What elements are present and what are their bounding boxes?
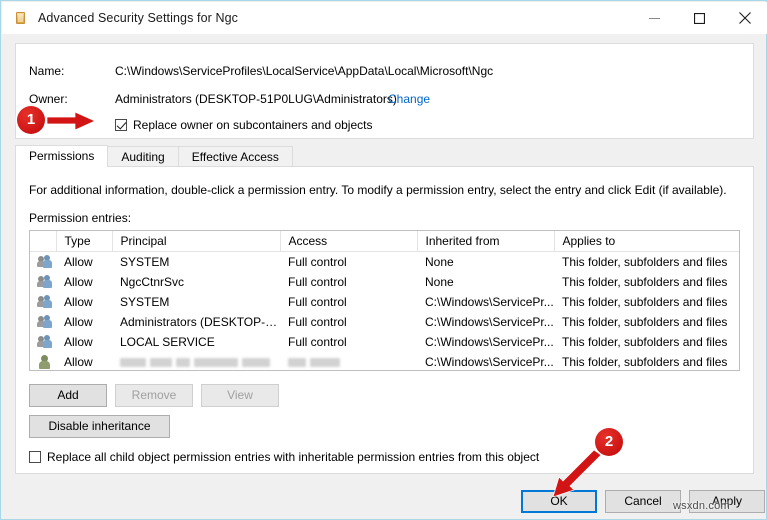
add-button[interactable]: Add xyxy=(29,384,107,407)
disable-inheritance-button[interactable]: Disable inheritance xyxy=(29,415,170,438)
annotation-marker-1: 1 xyxy=(17,106,45,134)
cell-access: Full control xyxy=(288,275,347,289)
cell-applies-to: This folder, subfolders and files xyxy=(562,315,728,329)
cell-inherited-from: None xyxy=(425,255,454,269)
cell-applies-to: This folder, subfolders and files xyxy=(562,295,728,309)
view-button: View xyxy=(201,384,279,407)
table-row[interactable]: Allow SYSTEM Full control None This folder, … xyxy=(30,252,739,273)
window-title: Advanced Security Settings for Ngc xyxy=(38,11,239,25)
cell-principal: NgcCtnrSvc xyxy=(120,275,185,289)
title-bar: Advanced Security Settings for Ngc xyxy=(2,2,767,34)
watermark: wsxdn.com xyxy=(673,500,730,512)
cancel-button[interactable]: Cancel xyxy=(605,490,681,513)
column-header-principal[interactable]: Principal xyxy=(112,231,281,252)
remove-button: Remove xyxy=(115,384,193,407)
cell-type: Allow xyxy=(64,255,93,269)
object-info-panel: Name: C:\Windows\ServiceProfiles\LocalSe… xyxy=(15,43,754,139)
replace-all-checkbox-row[interactable]: Replace all child object permission entr… xyxy=(29,450,539,464)
owner-label: Owner: xyxy=(29,92,68,106)
instruction-text: For additional information, double-click… xyxy=(29,183,727,197)
cell-applies-to: This folder, subfolders and files xyxy=(562,335,728,349)
cell-type: Allow xyxy=(64,315,93,329)
cell-principal: SYSTEM xyxy=(120,295,170,309)
cell-inherited-from: None xyxy=(425,275,454,289)
table-row[interactable]: Allow C:\Windows\ServicePr... This folder,… xyxy=(30,352,739,370)
column-header-icon[interactable] xyxy=(30,231,57,252)
permission-entries-table-container[interactable]: Type Principal Access Inherited from App… xyxy=(29,230,740,371)
table-row[interactable]: Allow LOCAL SERVICE Full control C:\Windows… xyxy=(30,332,739,352)
minimize-icon[interactable] xyxy=(632,2,677,34)
column-header-access[interactable]: Access xyxy=(280,231,418,252)
cell-type: Allow xyxy=(64,275,93,289)
group-icon xyxy=(30,272,56,292)
cell-inherited-from: C:\Windows\ServicePr... xyxy=(425,355,554,369)
replace-all-checkbox[interactable] xyxy=(29,451,41,463)
cell-principal: LOCAL SERVICE xyxy=(120,335,215,349)
cell-applies-to: This folder, subfolders and files xyxy=(562,255,728,269)
owner-value: Administrators (DESKTOP-51P0LUG\Administ… xyxy=(115,92,397,106)
tab-auditing[interactable]: Auditing xyxy=(107,146,179,167)
cell-access: Full control xyxy=(288,315,347,329)
annotation-marker-2: 2 xyxy=(595,428,623,456)
permission-entries-body: Allow SYSTEM Full control None This folder, … xyxy=(30,252,739,371)
group-icon xyxy=(30,332,56,352)
cell-access: Full control xyxy=(288,335,347,349)
column-header-applies-to[interactable]: Applies to xyxy=(554,231,739,252)
cell-inherited-from: C:\Windows\ServicePr... xyxy=(425,315,554,329)
advanced-security-settings-window: Advanced Security Settings for Ngc Name:… xyxy=(0,0,767,520)
cell-inherited-from: C:\Windows\ServicePr... xyxy=(425,335,554,349)
group-icon xyxy=(30,252,56,273)
user-icon xyxy=(30,352,56,370)
replace-all-label: Replace all child object permission entr… xyxy=(47,450,540,464)
cell-inherited-from: C:\Windows\ServicePr... xyxy=(425,295,554,309)
cell-applies-to: This folder, subfolders and files xyxy=(562,355,728,369)
group-icon xyxy=(30,312,56,332)
cell-principal: Administrators (DESKTOP-51P... xyxy=(120,315,280,329)
group-icon xyxy=(30,292,56,312)
table-row[interactable]: Allow NgcCtnrSvc Full control None This fold… xyxy=(30,272,739,292)
name-label: Name: xyxy=(29,64,65,78)
close-icon[interactable] xyxy=(722,2,767,34)
cell-type: Allow xyxy=(64,335,93,349)
ok-button[interactable]: OK xyxy=(521,490,597,513)
window-controls xyxy=(632,2,767,34)
cell-access xyxy=(280,352,417,370)
cell-principal xyxy=(112,352,280,370)
tab-effective-access[interactable]: Effective Access xyxy=(177,146,293,167)
permission-entries-label: Permission entries: xyxy=(29,211,132,225)
cell-type: Allow xyxy=(64,355,93,369)
cell-access: Full control xyxy=(288,295,347,309)
folder-icon xyxy=(13,10,29,26)
cell-access: Full control xyxy=(288,255,347,269)
cell-principal: SYSTEM xyxy=(120,255,170,269)
table-row[interactable]: Allow SYSTEM Full control C:\Windows\Servic… xyxy=(30,292,739,312)
column-header-inherited-from[interactable]: Inherited from xyxy=(417,231,555,252)
maximize-icon[interactable] xyxy=(677,2,722,34)
tab-strip-filler xyxy=(291,146,754,167)
replace-owner-checkbox[interactable] xyxy=(115,119,127,131)
tab-bar: Permissions Auditing Effective Access xyxy=(15,145,754,167)
table-row[interactable]: Allow Administrators (DESKTOP-51P... Full … xyxy=(30,312,739,332)
column-header-type[interactable]: Type xyxy=(56,231,113,252)
permissions-panel: For additional information, double-click… xyxy=(15,166,754,474)
tab-permissions[interactable]: Permissions xyxy=(15,145,109,167)
replace-owner-label: Replace owner on subcontainers and objec… xyxy=(133,118,373,132)
cell-type: Allow xyxy=(64,295,93,309)
name-value: C:\Windows\ServiceProfiles\LocalService\… xyxy=(115,64,494,78)
table-header-row: Type Principal Access Inherited from App… xyxy=(30,231,739,252)
cell-applies-to: This folder, subfolders and files xyxy=(562,275,728,289)
change-owner-link[interactable]: Change xyxy=(388,92,430,106)
replace-owner-checkbox-row[interactable]: Replace owner on subcontainers and objec… xyxy=(115,118,372,132)
permission-entries-table: Type Principal Access Inherited from App… xyxy=(30,231,739,371)
